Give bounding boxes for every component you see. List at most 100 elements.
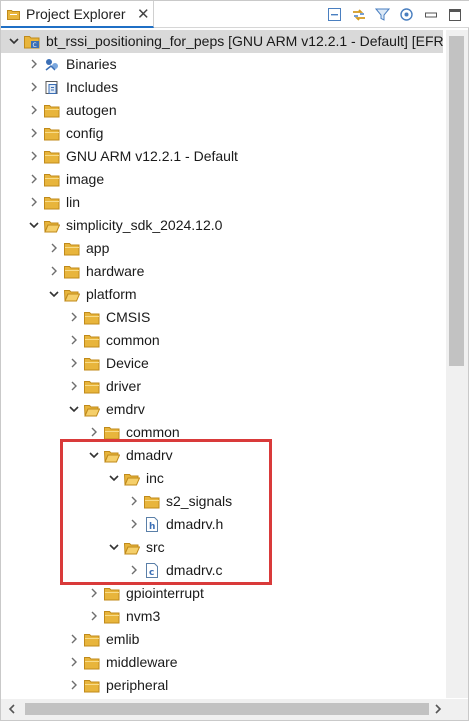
tree-item[interactable]: Binaries bbox=[1, 53, 443, 76]
tree-item[interactable]: h dmadrv.h bbox=[1, 513, 443, 536]
tree-item[interactable]: lin bbox=[1, 191, 443, 214]
expand-chevron-icon[interactable] bbox=[89, 611, 99, 621]
tree-item-label: common bbox=[126, 424, 180, 440]
expand-chevron-icon[interactable] bbox=[69, 680, 79, 690]
tree-item[interactable]: gpiointerrupt bbox=[1, 582, 443, 605]
tree-item-label: image bbox=[66, 171, 105, 187]
horizontal-scrollbar[interactable] bbox=[1, 699, 446, 720]
tree-item[interactable]: Cbt_rssi_positioning_for_peps [GNU ARM v… bbox=[1, 30, 443, 53]
tree-item[interactable]: autogen bbox=[1, 99, 443, 122]
tree-item[interactable]: Device bbox=[1, 352, 443, 375]
folder-icon bbox=[84, 405, 100, 417]
tree-item-label: nvm3 bbox=[126, 608, 161, 624]
expand-chevron-icon[interactable] bbox=[29, 197, 39, 207]
expand-chevron-icon[interactable] bbox=[69, 335, 79, 345]
horizontal-scroll-thumb[interactable] bbox=[25, 703, 429, 715]
expand-chevron-icon[interactable] bbox=[49, 243, 59, 253]
svg-text:C: C bbox=[33, 42, 37, 49]
expand-chevron-icon[interactable] bbox=[129, 519, 139, 529]
tree-item[interactable]: config bbox=[1, 122, 443, 145]
focus-icon[interactable] bbox=[398, 6, 415, 23]
tree-item[interactable]: platform bbox=[1, 283, 443, 306]
maximize-icon[interactable] bbox=[446, 6, 463, 23]
folder-icon bbox=[104, 451, 120, 463]
tree-item[interactable]: common bbox=[1, 329, 443, 352]
tree-item[interactable]: c dmadrv.c bbox=[1, 559, 443, 582]
tree-item[interactable]: hardware bbox=[1, 260, 443, 283]
tree-item-label: peripheral bbox=[106, 677, 169, 693]
project-tree: Cbt_rssi_positioning_for_peps [GNU ARM v… bbox=[1, 30, 443, 698]
expand-chevron-icon[interactable] bbox=[89, 588, 99, 598]
folder-icon bbox=[104, 427, 120, 440]
tree-item-label: Binaries bbox=[66, 56, 117, 72]
collapse-chevron-icon[interactable] bbox=[109, 473, 119, 483]
tree-item-label: s2_signals bbox=[166, 493, 233, 509]
expand-chevron-icon[interactable] bbox=[69, 358, 79, 368]
expand-chevron-icon[interactable] bbox=[69, 312, 79, 322]
tree-item[interactable]: s2_signals bbox=[1, 490, 443, 513]
expand-chevron-icon[interactable] bbox=[69, 634, 79, 644]
collapse-chevron-icon[interactable] bbox=[49, 289, 59, 299]
expand-chevron-icon[interactable] bbox=[29, 59, 39, 69]
vertical-scroll-thumb[interactable] bbox=[449, 36, 464, 366]
expand-chevron-icon[interactable] bbox=[29, 151, 39, 161]
expand-chevron-icon[interactable] bbox=[89, 427, 99, 437]
tree-item[interactable]: CMSIS bbox=[1, 306, 443, 329]
collapse-all-icon[interactable] bbox=[326, 6, 343, 23]
collapse-chevron-icon[interactable] bbox=[29, 220, 39, 230]
folder-icon bbox=[84, 358, 100, 371]
expand-chevron-icon[interactable] bbox=[29, 128, 39, 138]
tree-item[interactable]: src bbox=[1, 536, 443, 559]
folder-icon bbox=[124, 543, 140, 555]
tree-item[interactable]: simplicity_sdk_2024.12.0 bbox=[1, 214, 443, 237]
tree-item[interactable]: dmadrv bbox=[1, 444, 443, 467]
project-icon: C bbox=[24, 36, 40, 49]
tab-project-explorer[interactable]: Project Explorer ✕ bbox=[1, 1, 154, 28]
tree-item[interactable]: common bbox=[1, 421, 443, 444]
folder-icon bbox=[44, 221, 60, 233]
vertical-scrollbar[interactable] bbox=[446, 30, 468, 698]
expand-chevron-icon[interactable] bbox=[69, 381, 79, 391]
minimize-icon[interactable] bbox=[422, 6, 439, 23]
tree-item[interactable]: middleware bbox=[1, 651, 443, 674]
collapse-chevron-icon[interactable] bbox=[9, 36, 19, 46]
tree-item[interactable]: inc bbox=[1, 467, 443, 490]
tree-item[interactable]: image bbox=[1, 168, 443, 191]
expand-chevron-icon[interactable] bbox=[129, 496, 139, 506]
project-explorer-icon bbox=[7, 10, 20, 20]
collapse-chevron-icon[interactable] bbox=[89, 450, 99, 460]
folder-icon bbox=[84, 680, 100, 693]
tree-item[interactable]: emdrv bbox=[1, 398, 443, 421]
tree-item[interactable]: GNU ARM v12.2.1 - Default bbox=[1, 145, 443, 168]
collapse-chevron-icon[interactable] bbox=[69, 404, 79, 414]
expand-chevron-icon[interactable] bbox=[29, 174, 39, 184]
tree-item-label: bt_rssi_positioning_for_peps [GNU ARM v1… bbox=[46, 33, 443, 49]
scroll-right-icon[interactable] bbox=[433, 704, 443, 714]
collapse-chevron-icon[interactable] bbox=[109, 542, 119, 552]
tree-item[interactable]: driver bbox=[1, 375, 443, 398]
folder-icon bbox=[124, 474, 140, 486]
folder-icon bbox=[104, 588, 120, 601]
tree-item[interactable]: nvm3 bbox=[1, 605, 443, 628]
filter-icon[interactable] bbox=[374, 6, 391, 23]
scrollbar-corner bbox=[446, 699, 468, 720]
expand-chevron-icon[interactable] bbox=[29, 82, 39, 92]
folder-icon bbox=[84, 335, 100, 348]
scroll-left-icon[interactable] bbox=[7, 704, 17, 714]
tree-item-label: lin bbox=[66, 194, 81, 210]
folder-icon bbox=[84, 381, 100, 394]
link-with-editor-icon[interactable] bbox=[350, 6, 367, 23]
tree-item[interactable]: Includes bbox=[1, 76, 443, 99]
expand-chevron-icon[interactable] bbox=[69, 657, 79, 667]
tree-item[interactable]: app bbox=[1, 237, 443, 260]
expand-chevron-icon[interactable] bbox=[29, 105, 39, 115]
tree-item[interactable]: emlib bbox=[1, 628, 443, 651]
tree-item-label: Device bbox=[106, 355, 149, 371]
folder-icon bbox=[84, 634, 100, 647]
tree-item-label: hardware bbox=[86, 263, 145, 279]
expand-chevron-icon[interactable] bbox=[129, 565, 139, 575]
expand-chevron-icon[interactable] bbox=[49, 266, 59, 276]
tree-item[interactable]: peripheral bbox=[1, 674, 443, 697]
folder-icon bbox=[44, 128, 60, 141]
close-icon[interactable]: ✕ bbox=[137, 5, 150, 23]
